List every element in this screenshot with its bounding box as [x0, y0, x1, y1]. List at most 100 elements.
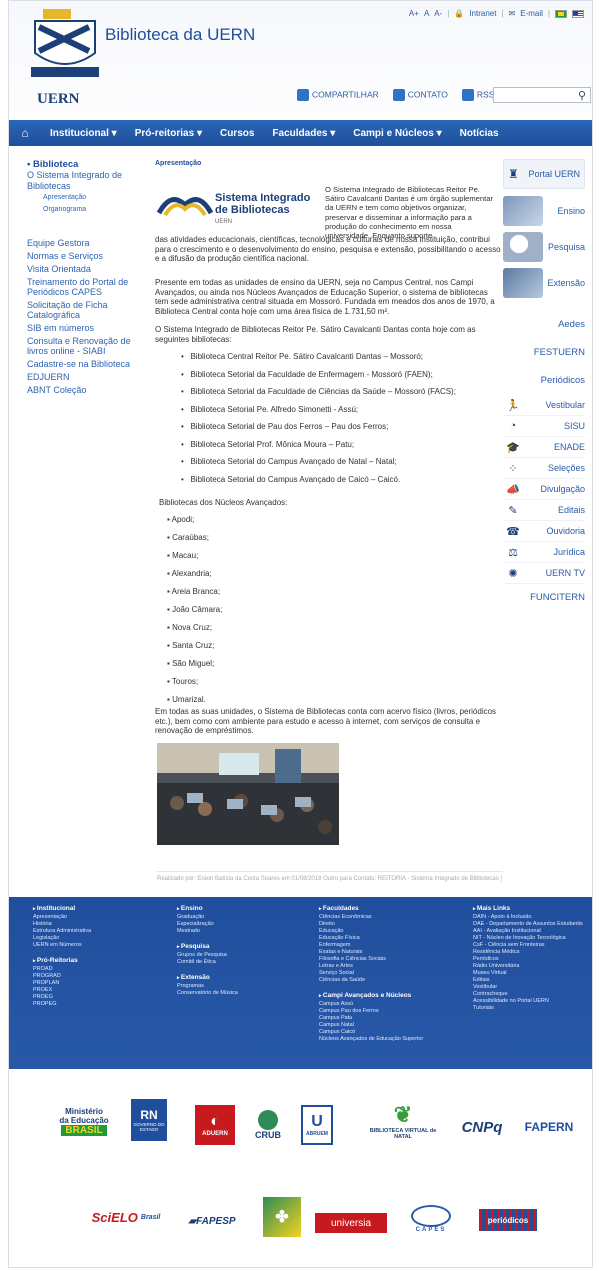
share-link[interactable]: COMPARTILHAR — [297, 89, 379, 101]
nav-institucional[interactable]: Institucional ▾ — [41, 128, 126, 139]
footer-link[interactable]: Campus Natal — [319, 1022, 423, 1029]
footer-link[interactable]: Educação Física — [319, 935, 423, 942]
footer-link[interactable]: Serviço Social — [319, 970, 423, 977]
portal-uern-button[interactable]: ♜ Portal UERN — [503, 159, 585, 189]
search-icon[interactable]: ⚲ — [578, 89, 586, 102]
sidebar-section-title[interactable]: ▪ Biblioteca — [27, 159, 149, 170]
footer-link[interactable]: Programas — [177, 983, 238, 990]
scielo-logo[interactable]: SciELO Brasil — [91, 1197, 161, 1237]
font-decrease-button[interactable]: A- — [434, 9, 442, 18]
footer-link[interactable]: Núcleos Avançados de Educação Superior — [319, 1036, 423, 1043]
footer-link[interactable]: Legislação — [33, 935, 91, 942]
footer-link[interactable]: Especialização — [177, 921, 238, 928]
footer-link[interactable]: PROPLAN — [33, 980, 91, 987]
footer-link[interactable]: NIT - Núcleo de Inovação Tecnológica — [473, 935, 589, 942]
footer-heading[interactable]: Pesquisa — [177, 943, 238, 951]
footer-link[interactable]: PROEX — [33, 987, 91, 994]
footer-link[interactable]: Residência Médica — [473, 949, 589, 956]
uerntv-link[interactable]: ✺ UERN TV — [503, 563, 585, 584]
footer-link[interactable]: Acessibilidade no Portal UERN — [473, 998, 589, 1005]
nav-campi[interactable]: Campi e Núcleos ▾ — [344, 128, 450, 139]
footer-link[interactable]: Grupos de Pesquisa — [177, 952, 238, 959]
footer-link[interactable]: PROAD — [33, 966, 91, 973]
footer-link[interactable]: Conservatório de Música — [177, 990, 238, 997]
footer-link[interactable]: Graduação — [177, 914, 238, 921]
pesquisa-button[interactable]: Pesquisa — [503, 229, 585, 265]
footer-link[interactable]: DAIN - Apoio à Inclusão — [473, 914, 589, 921]
extensao-button[interactable]: Extensão — [503, 265, 585, 301]
usa-flag-icon[interactable] — [572, 9, 584, 18]
footer-link[interactable]: Direito — [319, 921, 423, 928]
sidebar-item-edjuern[interactable]: EDJUERN — [27, 372, 149, 382]
vestibular-link[interactable]: 🏃 Vestibular — [503, 395, 585, 416]
footer-link[interactable]: Tutoriais — [473, 1005, 589, 1012]
sidebar-item-abnt[interactable]: ABNT Coleção — [27, 385, 149, 395]
mec-logo[interactable]: Ministério da Educação BRASIL — [51, 1105, 117, 1137]
footer-link[interactable]: PROEG — [33, 994, 91, 1001]
footer-link[interactable]: Periódicos — [473, 956, 589, 963]
footer-link[interactable]: Filosofia e Ciências Sociais — [319, 956, 423, 963]
crub-logo[interactable]: CRUB — [253, 1103, 283, 1147]
sidebar-item-treinamento[interactable]: Treinamento do Portal de Periódicos CAPE… — [27, 277, 149, 297]
footer-link[interactable]: Rádio Universitária — [473, 963, 589, 970]
sidebar-subitem-apresentacao[interactable]: Apresentação — [27, 192, 149, 204]
footer-link[interactable]: Educação — [319, 928, 423, 935]
footer-link[interactable]: Comitê de Ética — [177, 959, 238, 966]
enade-link[interactable]: 🎓 ENADE — [503, 437, 585, 458]
footer-link[interactable]: Vestibular — [473, 984, 589, 991]
divulgacao-link[interactable]: 📣 Divulgação — [503, 479, 585, 500]
footer-heading[interactable]: Pró-Reitorias — [33, 957, 91, 965]
universia-logo[interactable]: universia — [315, 1213, 387, 1233]
footer-link[interactable]: Campus Assú — [319, 1001, 423, 1008]
sidebar-item-numeros[interactable]: SIB em números — [27, 323, 149, 333]
footer-link[interactable]: DAE - Departamento de Assuntos Estudanti… — [473, 921, 589, 928]
rn-governo-logo[interactable]: RN GOVERNO DO ESTADO — [131, 1099, 167, 1141]
ouvidoria-link[interactable]: ☎ Ouvidoria — [503, 521, 585, 542]
footer-link[interactable]: Mestrado — [177, 928, 238, 935]
footer-link[interactable]: Enfermagem — [319, 942, 423, 949]
nav-pro-reitorias[interactable]: Pró-reitorias ▾ — [126, 128, 211, 139]
footer-heading[interactable]: Faculdades — [319, 905, 423, 913]
footer-link[interactable]: Letras e Artes — [319, 963, 423, 970]
footer-link[interactable]: Museu Virtual — [473, 970, 589, 977]
home-icon[interactable]: ⌂ — [9, 126, 41, 140]
funciterm-link[interactable]: FUNCITERN — [503, 584, 585, 612]
biblioteca-virtual-logo[interactable]: ❦ BIBLIOTECA VIRTUAL de NATAL — [365, 1095, 441, 1147]
sidebar-subitem-organograma[interactable]: Organograma — [27, 204, 149, 216]
sisu-link[interactable]: ◔ SISU — [503, 416, 585, 437]
footer-heading[interactable]: Campi Avançados e Núcleos — [319, 992, 423, 1000]
footer-link[interactable]: UERN em Números — [33, 942, 91, 949]
abruem-logo[interactable]: U ABRUEM — [301, 1105, 333, 1145]
footer-link[interactable]: CsF - Ciência sem Fronteiras — [473, 942, 589, 949]
font-normal-button[interactable]: A — [424, 9, 429, 18]
fapern-logo[interactable]: FAPERN — [519, 1109, 579, 1145]
periodicos-logo[interactable]: periódicos — [479, 1209, 537, 1231]
footer-link[interactable]: PROGRAD — [33, 973, 91, 980]
footer-link[interactable]: Campus Caicó — [319, 1029, 423, 1036]
uern-crest-icon[interactable] — [29, 7, 101, 87]
sidebar-item-sib[interactable]: O Sistema Integrado de Bibliotecas — [27, 170, 149, 192]
nav-noticias[interactable]: Notícias — [451, 128, 508, 139]
sidebar-item-visita[interactable]: Visita Orientada — [27, 264, 149, 274]
selecoes-link[interactable]: ⁘ Seleções — [503, 458, 585, 479]
aedes-link[interactable]: Aedes — [503, 311, 585, 339]
sidebar-item-normas[interactable]: Normas e Serviços — [27, 251, 149, 261]
brazil-flag-icon[interactable] — [555, 9, 567, 18]
contact-link[interactable]: CONTATO — [392, 89, 448, 101]
aduern-logo[interactable]: ◐ ADUERN — [195, 1105, 235, 1145]
footer-heading[interactable]: Ensino — [177, 905, 238, 913]
sidebar-item-consulta[interactable]: Consulta e Renovação de livros online - … — [27, 336, 149, 356]
search-input[interactable]: ⚲ — [493, 87, 591, 103]
intranet-link[interactable]: Intranet — [469, 9, 496, 18]
footer-link[interactable]: Ciências da Saúde — [319, 977, 423, 984]
email-link[interactable]: E-mail — [520, 9, 543, 18]
font-increase-button[interactable]: A+ — [409, 9, 419, 18]
footer-link[interactable]: Estrutura Administrativa — [33, 928, 91, 935]
footer-link[interactable]: Campus Pau dos Ferros — [319, 1008, 423, 1015]
rss-link[interactable]: RSS — [461, 89, 494, 101]
capes-logo[interactable]: CAPES — [403, 1199, 459, 1239]
footer-heading[interactable]: Mais Links — [473, 905, 589, 913]
juridica-link[interactable]: ⚖ Jurídica — [503, 542, 585, 563]
footer-link[interactable]: Editais — [473, 977, 589, 984]
nav-cursos[interactable]: Cursos — [211, 128, 263, 139]
